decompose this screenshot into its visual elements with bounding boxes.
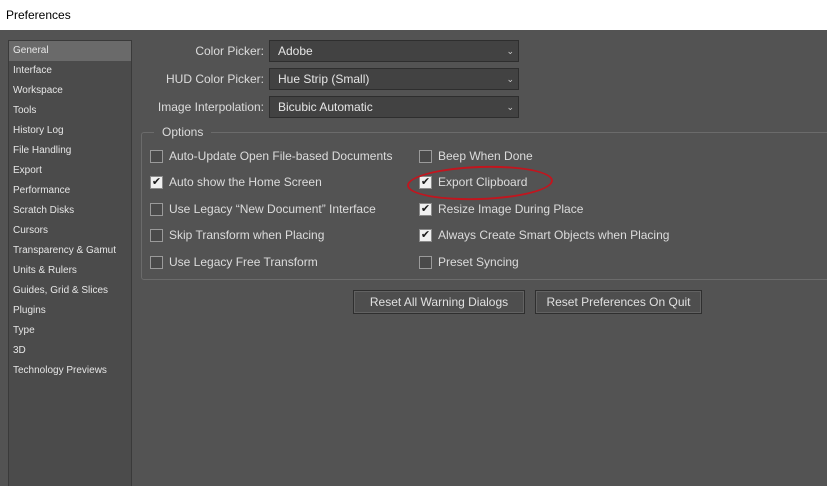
beep-when-done-label: Beep When Done bbox=[438, 149, 533, 163]
chevron-down-icon: ⌄ bbox=[506, 102, 514, 112]
sidebar-item-general[interactable]: General bbox=[9, 41, 131, 61]
auto-update-label: Auto-Update Open File-based Documents bbox=[169, 149, 393, 163]
resize-image-checkbox[interactable]: ✔ Resize Image During Place bbox=[419, 201, 583, 217]
image-interpolation-label: Image Interpolation: bbox=[157, 100, 264, 114]
auto-show-home-checkbox[interactable]: ✔ Auto show the Home Screen bbox=[150, 174, 322, 190]
skip-transform-checkbox[interactable]: Skip Transform when Placing bbox=[150, 227, 324, 243]
checkmark-icon: ✔ bbox=[419, 202, 432, 216]
sidebar-item-tools[interactable]: Tools bbox=[9, 101, 131, 121]
color-picker-value: Adobe bbox=[278, 44, 313, 58]
legacy-free-transform-label: Use Legacy Free Transform bbox=[169, 255, 318, 269]
checkbox-unchecked-icon bbox=[150, 228, 163, 242]
sidebar-item-workspace[interactable]: Workspace bbox=[9, 81, 131, 101]
beep-when-done-checkbox[interactable]: Beep When Done bbox=[419, 148, 533, 164]
sidebar-item-export[interactable]: Export bbox=[9, 161, 131, 181]
reset-warning-dialogs-button[interactable]: Reset All Warning Dialogs bbox=[353, 290, 525, 314]
image-interpolation-select[interactable]: Bicubic Automatic ⌄ bbox=[269, 96, 519, 118]
chevron-down-icon: ⌄ bbox=[506, 46, 514, 56]
image-interpolation-value: Bicubic Automatic bbox=[278, 100, 373, 114]
hud-color-picker-value: Hue Strip (Small) bbox=[278, 72, 370, 86]
sidebar-item-3d[interactable]: 3D bbox=[9, 341, 131, 361]
sidebar-item-units-rulers[interactable]: Units & Rulers bbox=[9, 261, 131, 281]
sidebar: General Interface Workspace Tools Histor… bbox=[8, 40, 132, 486]
hud-color-picker-select[interactable]: Hue Strip (Small) ⌄ bbox=[269, 68, 519, 90]
options-title: Options bbox=[154, 124, 212, 140]
skip-transform-label: Skip Transform when Placing bbox=[169, 228, 325, 242]
preset-syncing-label: Preset Syncing bbox=[438, 255, 519, 269]
chevron-down-icon: ⌄ bbox=[506, 74, 514, 84]
auto-show-home-label: Auto show the Home Screen bbox=[169, 175, 322, 189]
sidebar-item-interface[interactable]: Interface bbox=[9, 61, 131, 81]
checkbox-unchecked-icon bbox=[419, 149, 432, 163]
auto-update-checkbox[interactable]: Auto-Update Open File-based Documents bbox=[150, 148, 392, 164]
legacy-free-transform-checkbox[interactable]: Use Legacy Free Transform bbox=[150, 254, 318, 270]
legacy-new-document-label: Use Legacy “New Document” Interface bbox=[169, 202, 376, 216]
sidebar-item-plugins[interactable]: Plugins bbox=[9, 301, 131, 321]
sidebar-item-type[interactable]: Type bbox=[9, 321, 131, 341]
checkbox-unchecked-icon bbox=[150, 255, 163, 269]
sidebar-item-guides-grid-slices[interactable]: Guides, Grid & Slices bbox=[9, 281, 131, 301]
sidebar-item-performance[interactable]: Performance bbox=[9, 181, 131, 201]
checkmark-icon: ✔ bbox=[419, 228, 432, 242]
color-picker-label: Color Picker: bbox=[195, 44, 264, 58]
checkmark-icon: ✔ bbox=[150, 175, 163, 189]
checkbox-unchecked-icon bbox=[150, 149, 163, 163]
sidebar-item-technology-previews[interactable]: Technology Previews bbox=[9, 361, 131, 381]
color-picker-select[interactable]: Adobe ⌄ bbox=[269, 40, 519, 62]
checkbox-unchecked-icon bbox=[419, 255, 432, 269]
hud-color-picker-label: HUD Color Picker: bbox=[165, 72, 264, 86]
checkbox-unchecked-icon bbox=[150, 202, 163, 216]
sidebar-item-history-log[interactable]: History Log bbox=[9, 121, 131, 141]
legacy-new-document-checkbox[interactable]: Use Legacy “New Document” Interface bbox=[150, 201, 376, 217]
window-title: Preferences bbox=[0, 0, 827, 30]
smart-objects-checkbox[interactable]: ✔ Always Create Smart Objects when Placi… bbox=[419, 227, 669, 243]
resize-image-label: Resize Image During Place bbox=[438, 202, 584, 216]
smart-objects-label: Always Create Smart Objects when Placing bbox=[438, 228, 670, 242]
sidebar-item-scratch-disks[interactable]: Scratch Disks bbox=[9, 201, 131, 221]
sidebar-item-cursors[interactable]: Cursors bbox=[9, 221, 131, 241]
sidebar-item-file-handling[interactable]: File Handling bbox=[9, 141, 131, 161]
preset-syncing-checkbox[interactable]: Preset Syncing bbox=[419, 254, 519, 270]
sidebar-item-transparency-gamut[interactable]: Transparency & Gamut bbox=[9, 241, 131, 261]
reset-preferences-button[interactable]: Reset Preferences On Quit bbox=[535, 290, 702, 314]
